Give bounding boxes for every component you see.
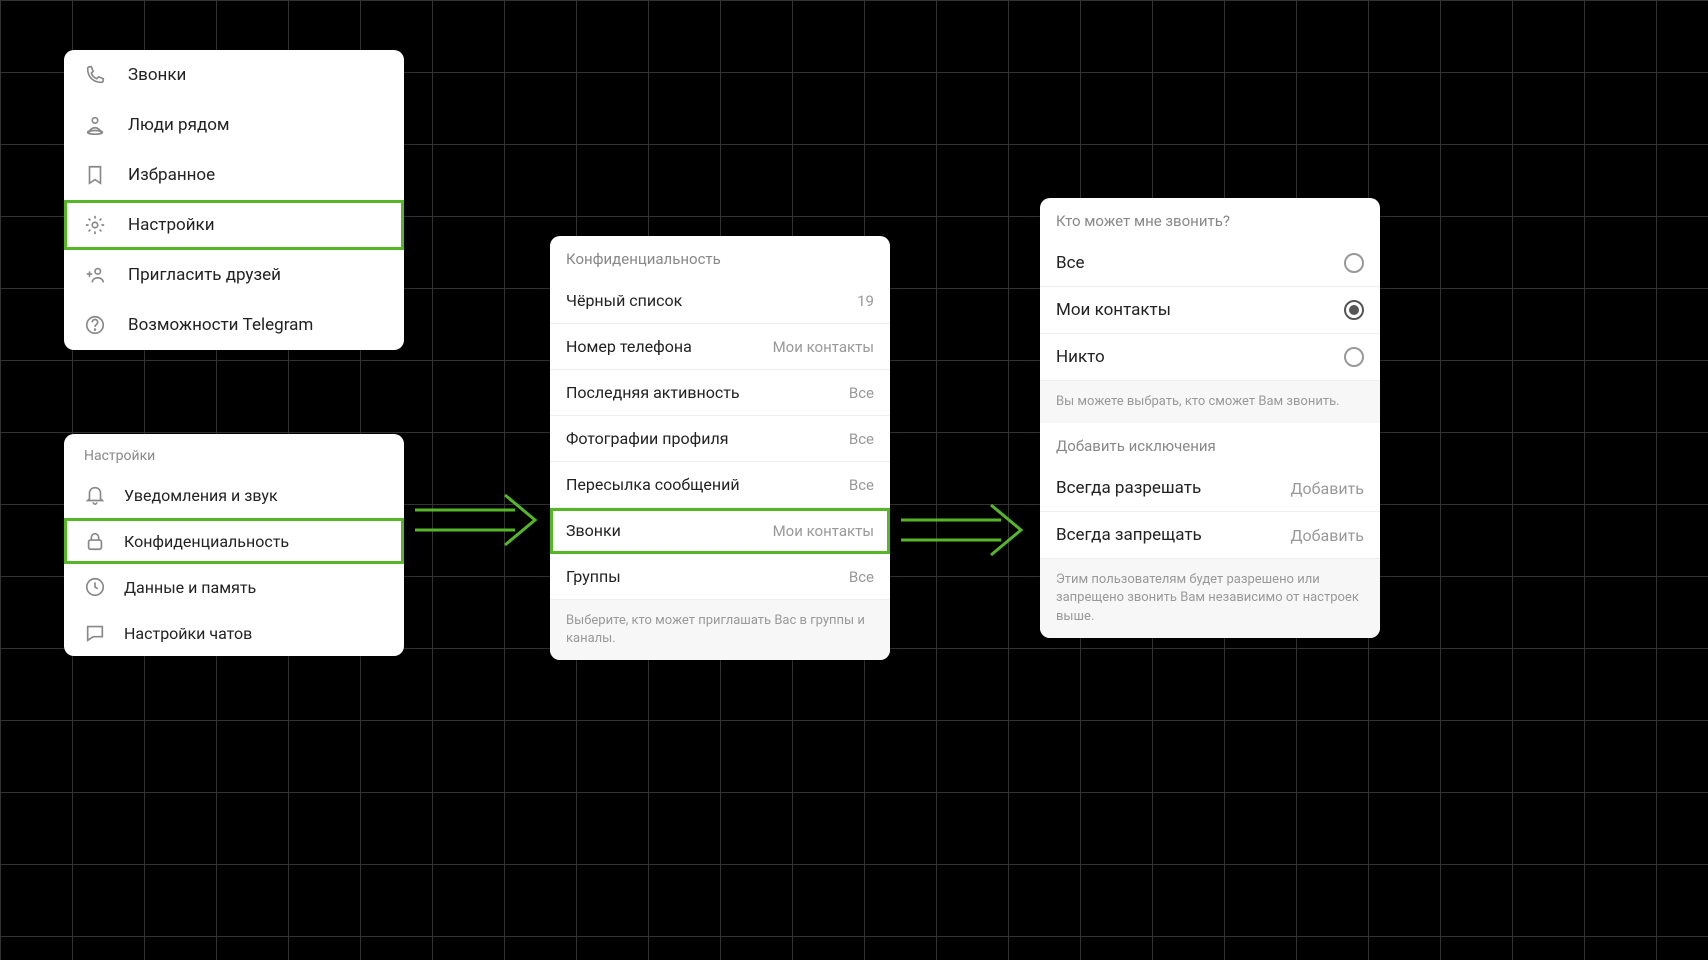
settings-item-label: Конфиденциальность <box>124 532 289 551</box>
privacy-item-blocked[interactable]: Чёрный список 19 <box>550 278 890 324</box>
menu-item-label: Настройки <box>128 215 215 235</box>
radio-label: Все <box>1056 253 1085 273</box>
radio-label: Никто <box>1056 347 1105 367</box>
gear-icon <box>84 214 106 236</box>
radio-icon <box>1344 347 1364 367</box>
arrow-icon <box>410 490 540 550</box>
settings-item-notifications[interactable]: Уведомления и звук <box>64 472 404 518</box>
privacy-item-label: Чёрный список <box>566 291 682 310</box>
calls-panel: Кто может мне звонить? Все Мои контакты … <box>1040 198 1380 638</box>
main-menu-panel: Звонки Люди рядом Избранное Настройки Пр… <box>64 50 404 350</box>
exception-always-allow[interactable]: Всегда разрешать Добавить <box>1040 465 1380 512</box>
menu-item-invite[interactable]: Пригласить друзей <box>64 250 404 300</box>
menu-item-label: Звонки <box>128 65 186 85</box>
privacy-item-lastseen[interactable]: Последняя активность Все <box>550 370 890 416</box>
calls-hint-1: Вы можете выбрать, кто сможет Вам звонит… <box>1040 381 1380 423</box>
settings-item-data[interactable]: Данные и память <box>64 564 404 610</box>
privacy-item-value: Все <box>849 568 874 586</box>
calls-hint-2: Этим пользователям будет разрешено или з… <box>1040 559 1380 638</box>
radio-option-everybody[interactable]: Все <box>1040 240 1380 287</box>
privacy-item-value: Все <box>849 430 874 448</box>
radio-option-nobody[interactable]: Никто <box>1040 334 1380 381</box>
privacy-item-value: Мои контакты <box>773 338 874 356</box>
privacy-item-value: Все <box>849 384 874 402</box>
radio-label: Мои контакты <box>1056 300 1171 320</box>
privacy-item-value: Все <box>849 476 874 494</box>
arrow-icon <box>896 500 1026 560</box>
menu-item-calls[interactable]: Звонки <box>64 50 404 100</box>
privacy-item-label: Звонки <box>566 521 621 540</box>
help-icon <box>84 314 106 336</box>
privacy-item-photos[interactable]: Фотографии профиля Все <box>550 416 890 462</box>
exception-label: Всегда разрешать <box>1056 478 1201 498</box>
exception-action: Добавить <box>1291 479 1364 498</box>
radio-option-contacts[interactable]: Мои контакты <box>1040 287 1380 334</box>
menu-item-people-nearby[interactable]: Люди рядом <box>64 100 404 150</box>
menu-item-settings[interactable]: Настройки <box>64 200 404 250</box>
privacy-hint: Выберите, кто может приглашать Вас в гру… <box>550 600 890 660</box>
settings-item-label: Настройки чатов <box>124 624 252 643</box>
settings-panel: Настройки Уведомления и звук Конфиденциа… <box>64 434 404 656</box>
data-icon <box>84 576 106 598</box>
settings-item-chat[interactable]: Настройки чатов <box>64 610 404 656</box>
exception-label: Всегда запрещать <box>1056 525 1202 545</box>
phone-icon <box>84 64 106 86</box>
settings-item-label: Уведомления и звук <box>124 486 278 505</box>
menu-item-features[interactable]: Возможности Telegram <box>64 300 404 350</box>
menu-item-label: Пригласить друзей <box>128 265 281 285</box>
privacy-item-label: Последняя активность <box>566 383 740 402</box>
privacy-item-label: Номер телефона <box>566 337 692 356</box>
people-nearby-icon <box>84 114 106 136</box>
privacy-item-value: Мои контакты <box>773 522 874 540</box>
privacy-item-phone[interactable]: Номер телефона Мои контакты <box>550 324 890 370</box>
exception-always-deny[interactable]: Всегда запрещать Добавить <box>1040 512 1380 559</box>
settings-title: Настройки <box>64 434 404 472</box>
invite-icon <box>84 264 106 286</box>
privacy-item-label: Фотографии профиля <box>566 429 728 448</box>
privacy-item-groups[interactable]: Группы Все <box>550 554 890 600</box>
settings-item-label: Данные и память <box>124 578 256 597</box>
privacy-item-label: Группы <box>566 567 621 586</box>
chat-icon <box>84 622 106 644</box>
calls-header: Кто может мне звонить? <box>1040 198 1380 240</box>
privacy-item-forward[interactable]: Пересылка сообщений Все <box>550 462 890 508</box>
radio-icon <box>1344 253 1364 273</box>
menu-item-label: Люди рядом <box>128 115 230 135</box>
radio-icon <box>1344 300 1364 320</box>
bell-icon <box>84 484 106 506</box>
privacy-item-value: 19 <box>857 292 874 310</box>
settings-item-privacy[interactable]: Конфиденциальность <box>64 518 404 564</box>
privacy-panel: Конфиденциальность Чёрный список 19 Номе… <box>550 236 890 660</box>
privacy-header: Конфиденциальность <box>550 236 890 278</box>
exception-action: Добавить <box>1291 526 1364 545</box>
menu-item-label: Возможности Telegram <box>128 315 313 335</box>
privacy-item-label: Пересылка сообщений <box>566 475 740 494</box>
privacy-item-calls[interactable]: Звонки Мои контакты <box>550 508 890 554</box>
exceptions-header: Добавить исключения <box>1040 423 1380 465</box>
lock-icon <box>84 530 106 552</box>
menu-item-saved[interactable]: Избранное <box>64 150 404 200</box>
bookmark-icon <box>84 164 106 186</box>
menu-item-label: Избранное <box>128 165 215 185</box>
